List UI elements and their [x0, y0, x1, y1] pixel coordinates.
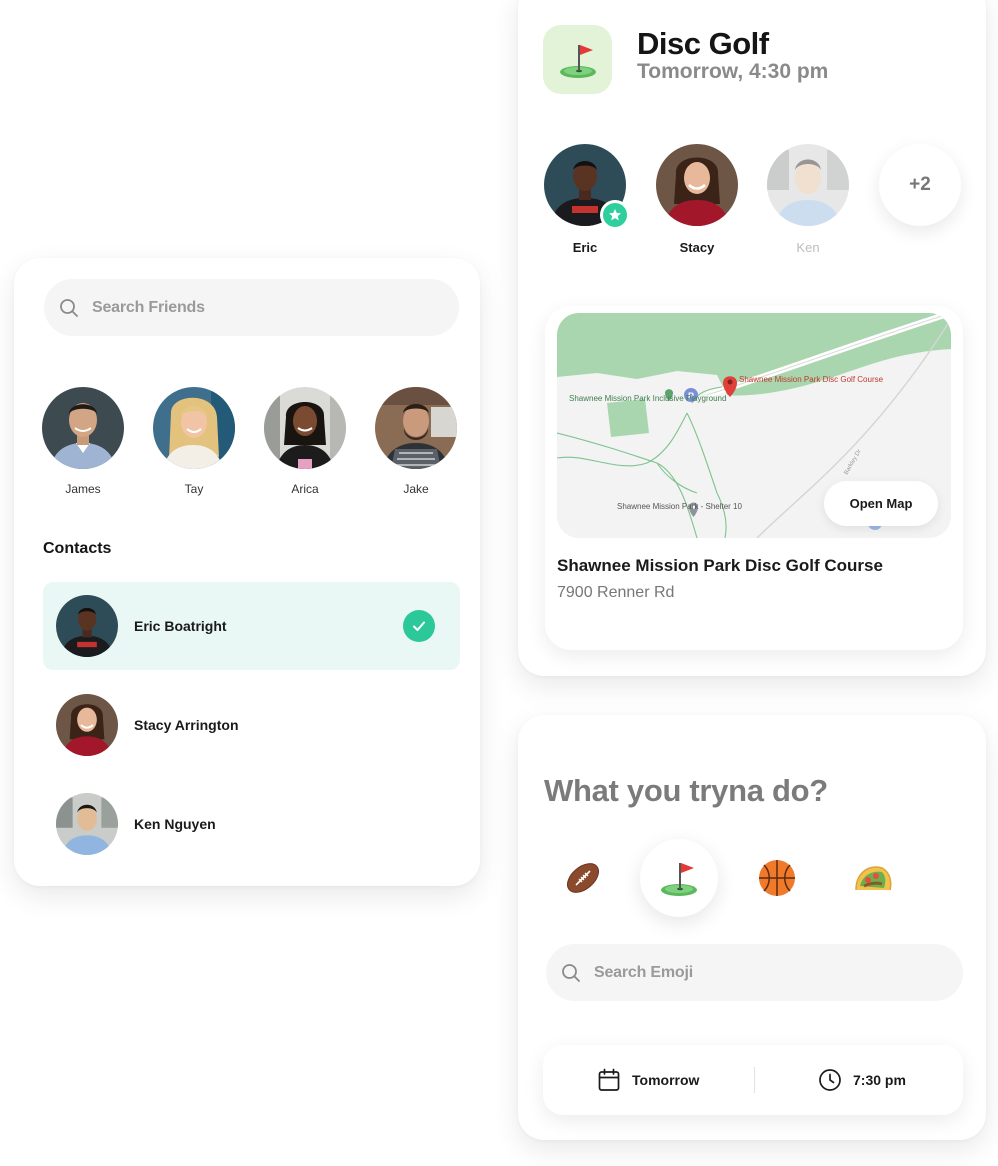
contact-name: Stacy Arrington — [134, 717, 239, 733]
map-view[interactable]: P Shawnee Mission Park Disc Golf Course … — [557, 313, 951, 538]
contact-row-stacy-arrington[interactable]: Stacy Arrington — [43, 681, 460, 769]
location-address: 7900 Renner Rd — [557, 584, 675, 601]
search-emoji-placeholder: Search Emoji — [594, 963, 693, 981]
time-picker-button[interactable]: 7:30 pm — [818, 1045, 906, 1115]
map-label-playground: Shawnee Mission Park Inclusive Playgroun… — [569, 394, 726, 403]
avatar — [767, 144, 849, 226]
search-friends-input[interactable]: Search Friends — [44, 279, 459, 336]
friend-name: Tay — [184, 482, 204, 496]
golf-flag-emoji-icon[interactable] — [640, 839, 718, 917]
football-emoji-icon[interactable] — [544, 839, 622, 917]
more-attendees-button[interactable]: +2 — [879, 144, 961, 226]
attendee-stacy[interactable]: Stacy — [642, 144, 752, 255]
date-picker-button[interactable]: Tomorrow — [597, 1045, 699, 1115]
contact-row-ken-nguyen[interactable]: Ken Nguyen — [43, 780, 460, 868]
date-time-bar: Tomorrow 7:30 pm — [543, 1045, 963, 1115]
event-time: Tomorrow, 4:30 pm — [637, 60, 829, 83]
map-label-course: Shawnee Mission Park Disc Golf Course — [739, 375, 884, 384]
contact-name: Eric Boatright — [134, 618, 227, 634]
location-name: Shawnee Mission Park Disc Golf Course — [557, 556, 883, 575]
search-icon — [60, 298, 78, 317]
activity-question: What you tryna do? — [544, 773, 828, 808]
friend-tay[interactable]: Tay — [139, 387, 249, 496]
divider — [754, 1067, 755, 1093]
host-star-icon — [600, 200, 630, 230]
friend-arica[interactable]: Arica — [250, 387, 360, 496]
friend-name: James — [65, 482, 101, 496]
date-label: Tomorrow — [632, 1072, 700, 1088]
map-label-shelter: Shawnee Mission Park - Shelter 10 — [617, 502, 743, 511]
avatar — [56, 595, 118, 657]
friend-jake[interactable]: Jake — [361, 387, 471, 496]
attendee-name: Ken — [796, 240, 820, 255]
golf-flag-icon — [543, 25, 612, 94]
avatar — [153, 387, 235, 469]
activity-picker-card: What you tryna do? Search Emoji Tomorrow… — [518, 715, 986, 1140]
friend-name: Arica — [291, 482, 319, 496]
search-icon — [562, 963, 580, 982]
clock-icon — [819, 1069, 841, 1091]
search-friends-placeholder: Search Friends — [92, 298, 205, 316]
location-card: P Shawnee Mission Park Disc Golf Course … — [545, 306, 963, 650]
open-map-button[interactable]: Open Map — [824, 481, 938, 526]
avatar — [656, 144, 738, 226]
contacts-heading: Contacts — [43, 540, 112, 557]
avatar — [264, 387, 346, 469]
basketball-emoji-icon[interactable] — [738, 839, 816, 917]
event-detail-card: Disc Golf Tomorrow, 4:30 pm Eric Stacy K… — [518, 0, 986, 676]
search-emoji-input[interactable]: Search Emoji — [546, 944, 963, 1001]
check-icon[interactable] — [403, 610, 435, 642]
time-label: 7:30 pm — [853, 1072, 906, 1088]
attendee-eric[interactable]: Eric — [530, 144, 640, 255]
event-title: Disc Golf — [637, 26, 769, 61]
friend-james[interactable]: James — [28, 387, 138, 496]
taco-emoji-icon[interactable] — [834, 839, 912, 917]
contact-row-eric-boatright[interactable]: Eric Boatright — [43, 582, 460, 670]
contact-name: Ken Nguyen — [134, 816, 216, 832]
avatar — [56, 694, 118, 756]
avatar — [56, 793, 118, 855]
attendee-name: Eric — [572, 240, 598, 255]
friend-name: Jake — [403, 482, 429, 496]
avatar — [375, 387, 457, 469]
attendee-name: Stacy — [679, 240, 715, 255]
avatar — [42, 387, 124, 469]
friends-panel: Search Friends James Tay Arica Jake Cont… — [14, 258, 480, 886]
calendar-icon — [598, 1068, 620, 1091]
attendee-ken[interactable]: Ken — [753, 144, 863, 255]
